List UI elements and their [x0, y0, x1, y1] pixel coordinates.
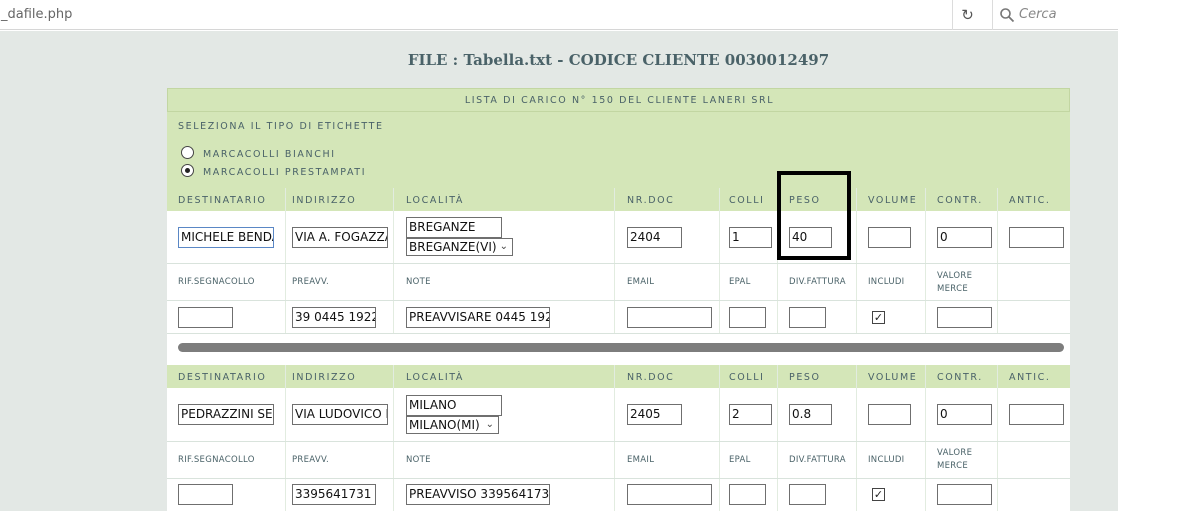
col-indirizzo: INDIRIZZO	[292, 195, 357, 206]
shipment-2-peso-input[interactable]: 0.8	[789, 404, 832, 425]
browser-search-input[interactable]: Cerca	[992, 0, 1118, 30]
horizontal-scrollbar[interactable]	[178, 343, 1064, 352]
col-includi: INCLUDI	[868, 455, 905, 465]
col-colli: COLLI	[729, 195, 765, 206]
radio-marcacolli-bianchi[interactable]	[181, 146, 194, 159]
shipment-1-nr-doc-input[interactable]: 2404	[627, 227, 682, 248]
shipment-2-note-input[interactable]: PREAVVISO 3395641731	[406, 484, 550, 505]
shipment-1-note-input[interactable]: PREAVVISARE 0445 1922	[406, 307, 550, 328]
shipment-2-header-row: DESTINATARIO INDIRIZZO LOCALITÀ NR.DOC C…	[167, 365, 1070, 388]
col-note: NOTE	[406, 277, 431, 287]
address-bar[interactable]: _dafile.php	[0, 0, 952, 30]
page-title: FILE : Tabella.txt - CODICE CLIENTE 0030…	[407, 51, 830, 69]
shipment-2-email-input[interactable]	[627, 484, 712, 505]
refresh-button[interactable]: ↻	[952, 0, 982, 30]
col-destinatario: DESTINATARIO	[178, 195, 267, 206]
col-valore-merce: VALORE MERCE	[937, 271, 973, 294]
col-preavv: PREAVV.	[292, 277, 330, 287]
shipment-1-colli-input[interactable]: 1	[729, 227, 772, 248]
label-type-prompt: SELEZIONA IL TIPO DI ETICHETTE	[178, 121, 384, 132]
label-type-section: SELEZIONA IL TIPO DI ETICHETTE MARCACOLL…	[167, 112, 1070, 188]
col-localita: LOCALITÀ	[406, 372, 465, 383]
shipment-2-localita-select[interactable]: MILANO(MI) ⌄	[406, 416, 499, 434]
col-antic: ANTIC.	[1009, 372, 1051, 383]
refresh-icon: ↻	[961, 6, 974, 24]
col-nr-doc: NR.DOC	[627, 195, 675, 206]
col-nr-doc: NR.DOC	[627, 372, 675, 383]
shipment-2-localita-input[interactable]: MILANO	[406, 395, 502, 416]
shipment-1-destinatario-input[interactable]: MICHELE BENDA	[178, 227, 274, 248]
col-email: EMAIL	[627, 277, 655, 287]
col-localita: LOCALITÀ	[406, 195, 465, 206]
shipment-2-contr-input[interactable]: 0	[937, 404, 992, 425]
col-rif-segnacollo: RIF.SEGNACOLLO	[178, 277, 255, 287]
col-colli: COLLI	[729, 372, 765, 383]
col-email: EMAIL	[627, 455, 655, 465]
col-valore-merce: VALORE MERCE	[937, 448, 973, 471]
shipment-1-valore-merce-input[interactable]	[937, 307, 992, 328]
chevron-down-icon: ⌄	[499, 241, 508, 252]
shipment-2-epal-input[interactable]	[729, 484, 766, 505]
col-rif-segnacollo: RIF.SEGNACOLLO	[178, 455, 255, 465]
shipment-1-localita-selected: BREGANZE(VI)	[409, 240, 497, 254]
col-includi: INCLUDI	[868, 277, 905, 287]
shipment-1-antic-input[interactable]	[1009, 227, 1064, 248]
shipment-1-div-fattura-input[interactable]	[789, 307, 826, 328]
load-list-header: LISTA DI CARICO N° 150 DEL CLIENTE LANER…	[167, 88, 1070, 112]
shipment-1-contr-input[interactable]: 0	[937, 227, 992, 248]
shipment-2-localita-selected: MILANO(MI)	[409, 418, 480, 432]
radio-marcacolli-prestampati[interactable]	[181, 164, 194, 177]
radio-label-prestampati: MARCACOLLI PRESTAMPATI	[203, 167, 367, 178]
shipment-1-localita-select[interactable]: BREGANZE(VI) ⌄	[406, 238, 513, 256]
shipment-2-rif-segnacollo-input[interactable]	[178, 484, 233, 505]
shipment-1-localita-input[interactable]: BREGANZE	[406, 217, 502, 238]
shipment-1-header-row: DESTINATARIO INDIRIZZO LOCALITÀ NR.DOC C…	[167, 188, 1070, 211]
shipment-2-destinatario-input[interactable]: PEDRAZZINI SER	[178, 404, 274, 425]
col-volume: VOLUME	[868, 372, 918, 383]
col-antic: ANTIC.	[1009, 195, 1051, 206]
col-epal: EPAL	[729, 277, 751, 287]
col-contr: CONTR.	[937, 372, 983, 383]
shipment-2-div-fattura-input[interactable]	[789, 484, 826, 505]
col-preavv: PREAVV.	[292, 455, 330, 465]
col-note: NOTE	[406, 455, 431, 465]
col-div-fattura: DIV.FATTURA	[789, 455, 846, 465]
browser-toolbar: _dafile.php ↻ Cerca	[0, 0, 1118, 30]
col-contr: CONTR.	[937, 195, 983, 206]
col-volume: VOLUME	[868, 195, 918, 206]
shipment-2-nr-doc-input[interactable]: 2405	[627, 404, 682, 425]
shipment-1-rif-segnacollo-input[interactable]	[178, 307, 233, 328]
shipment-1-preavv-input[interactable]: 39 0445 1922	[292, 307, 376, 328]
col-epal: EPAL	[729, 455, 751, 465]
shipment-1-includi-checkbox[interactable]: ✓	[872, 311, 885, 324]
radio-label-bianchi: MARCACOLLI BIANCHI	[203, 149, 336, 160]
radio-selected-dot	[185, 168, 190, 173]
shipment-2-colli-input[interactable]: 2	[729, 404, 772, 425]
shipment-1-epal-input[interactable]	[729, 307, 766, 328]
shipment-2-includi-checkbox[interactable]: ✓	[872, 488, 885, 501]
search-icon	[1000, 8, 1015, 23]
col-indirizzo: INDIRIZZO	[292, 372, 357, 383]
search-placeholder: Cerca	[1019, 7, 1057, 22]
peso-highlight-box	[777, 171, 851, 260]
shipment-2-antic-input[interactable]	[1009, 404, 1064, 425]
shipment-1-indirizzo-input[interactable]: VIA A. FOGAZZA	[292, 227, 388, 248]
chevron-down-icon: ⌄	[485, 419, 494, 430]
shipment-2-volume-input[interactable]	[868, 404, 911, 425]
shipment-2-preavv-input[interactable]: 3395641731	[292, 484, 376, 505]
col-div-fattura: DIV.FATTURA	[789, 277, 846, 287]
load-list-title: LISTA DI CARICO N° 150 DEL CLIENTE LANER…	[464, 95, 775, 106]
shipment-2-valore-merce-input[interactable]	[937, 484, 992, 505]
shipment-1-email-input[interactable]	[627, 307, 712, 328]
shipment-1-volume-input[interactable]	[868, 227, 911, 248]
col-peso: PESO	[789, 372, 821, 383]
shipment-2-indirizzo-input[interactable]: VIA LUDOVICO L	[292, 404, 388, 425]
col-destinatario: DESTINATARIO	[178, 372, 267, 383]
